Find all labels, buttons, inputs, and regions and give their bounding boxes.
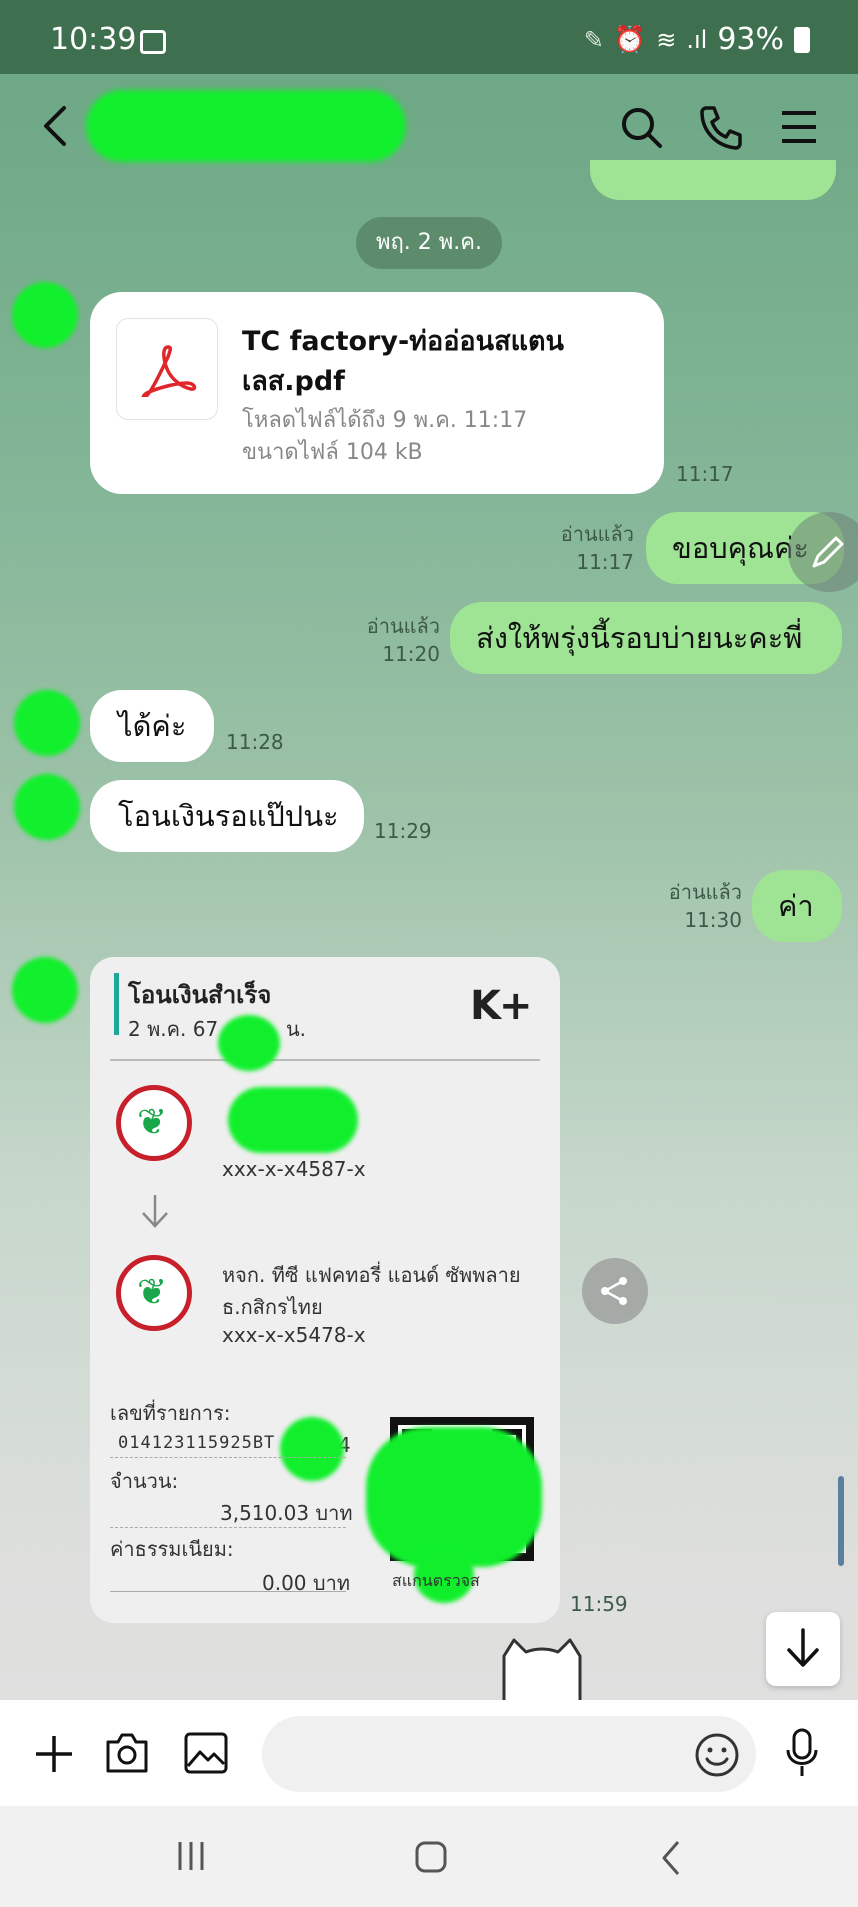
- avatar[interactable]: [14, 774, 80, 840]
- scroll-to-bottom-button[interactable]: [766, 1612, 840, 1686]
- read-receipt: อ่านแล้ว 11:20: [340, 612, 440, 668]
- slip-accent-bar: [114, 973, 119, 1035]
- avatar[interactable]: [12, 957, 78, 1023]
- redacted-qr: [366, 1427, 542, 1567]
- message-text: ส่งให้พรุ่งนี้รอบบ่ายนะคะพี่: [476, 621, 803, 655]
- outgoing-message-bubble[interactable]: ส่งให้พรุ่งนี้รอบบ่ายนะคะพี่: [450, 602, 842, 674]
- message-time: 11:17: [676, 462, 734, 486]
- menu-icon[interactable]: [780, 110, 818, 144]
- message-time: 11:20: [382, 642, 440, 666]
- pdf-icon: [141, 345, 197, 397]
- pencil-icon: [812, 536, 844, 568]
- kbank-logo: ❦: [116, 1085, 192, 1161]
- status-icons: ✎ ⏰ ≋ .ıl 93%: [584, 22, 810, 57]
- file-name: TC factory-ท่ออ่อนสแตน เลส.pdf: [242, 322, 642, 402]
- sticker-cat-peek: [502, 1638, 582, 1700]
- previous-message-bubble[interactable]: [590, 160, 836, 200]
- pdf-thumbnail: [116, 318, 218, 420]
- status-bar: 10:39 ✎ ⏰ ≋ .ıl 93%: [0, 0, 858, 74]
- redacted-sender: [228, 1087, 358, 1153]
- signal-icon: .ıl: [686, 25, 708, 54]
- ref-value: 014123115925BT: [118, 1433, 276, 1453]
- read-label: อ่านแล้ว: [560, 522, 634, 546]
- system-navigation-bar: [0, 1806, 858, 1907]
- message-input[interactable]: [262, 1716, 756, 1792]
- qr-caption: สแกนตรวจส: [392, 1571, 480, 1590]
- incoming-message-bubble[interactable]: ได้ค่ะ: [90, 690, 214, 762]
- file-size: ขนาดไฟล์ 104 kB: [242, 440, 423, 465]
- file-name-line2: เลส.pdf: [242, 366, 345, 397]
- from-account: xxx-x-x4587-x: [222, 1157, 366, 1181]
- message-time: 11:30: [684, 908, 742, 932]
- scrollbar-thumb[interactable]: [838, 1476, 844, 1566]
- to-bank: ธ.กสิกรไทย: [222, 1295, 323, 1319]
- leaf-icon: ❦: [137, 1102, 168, 1143]
- message-text: ค่า: [778, 889, 814, 923]
- gallery-notification-icon: [140, 30, 166, 54]
- share-icon: [601, 1277, 627, 1305]
- status-time: 10:39: [50, 22, 137, 57]
- redacted-contact-name: [86, 90, 406, 162]
- to-name: หจก. ทีซี แฟคทอรี่ แอนด์ ซัพพลาย: [222, 1263, 521, 1287]
- battery-level: 93%: [717, 22, 784, 57]
- redacted-ref: [280, 1417, 344, 1481]
- message-time: 11:29: [374, 819, 432, 843]
- nav-back-icon[interactable]: [660, 1840, 682, 1876]
- message-time: 11:17: [576, 550, 634, 574]
- avatar[interactable]: [12, 282, 78, 348]
- message-time: 11:28: [226, 730, 284, 754]
- scroll-down-icon: [787, 1628, 819, 1667]
- read-receipt: อ่านแล้ว 11:17: [540, 520, 634, 576]
- wifi-icon: ≋: [656, 25, 677, 54]
- avatar[interactable]: [14, 690, 80, 756]
- search-icon[interactable]: [620, 106, 664, 150]
- kbank-logo: ❦: [116, 1255, 192, 1331]
- transfer-slip-image[interactable]: โอนเงินสำเร็จ 2 พ.ค. 67 น. K+ ❦ xxx-x-x4…: [90, 957, 560, 1623]
- slip-title: โอนเงินสำเร็จ: [128, 981, 272, 1009]
- recent-apps-icon[interactable]: [176, 1840, 206, 1872]
- file-message-bubble[interactable]: TC factory-ท่ออ่อนสแตน เลส.pdf โหลดไฟล์ไ…: [90, 292, 664, 494]
- slip-date-suffix: น.: [286, 1017, 307, 1041]
- slip-divider: [110, 1591, 346, 1592]
- slip-date: 2 พ.ค. 67: [128, 1017, 219, 1041]
- incoming-message-bubble[interactable]: โอนเงินรอแป๊ปนะ: [90, 780, 364, 852]
- home-icon[interactable]: [414, 1840, 448, 1874]
- share-button[interactable]: [582, 1258, 648, 1324]
- slip-divider: [110, 1527, 346, 1528]
- message-text: โอนเงินรอแป๊ปนะ: [118, 799, 339, 833]
- to-account: xxx-x-x5478-x: [222, 1323, 366, 1347]
- alarm-icon: ⏰: [613, 24, 647, 55]
- message-time: 11:59: [570, 1592, 628, 1616]
- redacted-date: [218, 1015, 280, 1071]
- plus-icon[interactable]: [34, 1734, 74, 1774]
- read-label: อ่านแล้ว: [366, 614, 440, 638]
- kplus-logo: K+: [470, 983, 532, 1029]
- emoji-icon[interactable]: [694, 1732, 740, 1778]
- message-text: ได้ค่ะ: [118, 709, 187, 743]
- read-receipt: อ่านแล้ว 11:30: [650, 878, 742, 934]
- pencil-status-icon: ✎: [583, 25, 604, 54]
- battery-icon: [794, 26, 810, 53]
- file-name-line1: TC factory-ท่ออ่อนสแตน: [242, 326, 564, 357]
- ref-label: เลขที่รายการ:: [110, 1401, 231, 1425]
- phone-icon[interactable]: [698, 104, 742, 150]
- outgoing-message-bubble[interactable]: ค่า: [752, 870, 842, 942]
- message-input-bar: [0, 1700, 858, 1806]
- file-download-until: โหลดไฟล์ได้ถึง 9 พ.ค. 11:17: [242, 408, 528, 433]
- amount-label: จำนวน:: [110, 1469, 179, 1493]
- amount-value: 3,510.03 บาท: [220, 1501, 353, 1525]
- leaf-icon: ❦: [137, 1272, 168, 1313]
- date-separator: พฤ. 2 พ.ค.: [356, 217, 502, 269]
- back-arrow-icon[interactable]: [40, 104, 70, 148]
- slip-divider: [110, 1059, 540, 1061]
- arrow-down-icon: [142, 1195, 168, 1228]
- read-label: อ่านแล้ว: [668, 880, 742, 904]
- camera-icon[interactable]: [104, 1732, 150, 1774]
- image-icon[interactable]: [184, 1732, 228, 1774]
- mic-icon[interactable]: [784, 1728, 820, 1778]
- fee-label: ค่าธรรมเนียม:: [110, 1537, 234, 1561]
- slip-divider: [110, 1457, 346, 1458]
- fee-value: 0.00 บาท: [262, 1571, 350, 1595]
